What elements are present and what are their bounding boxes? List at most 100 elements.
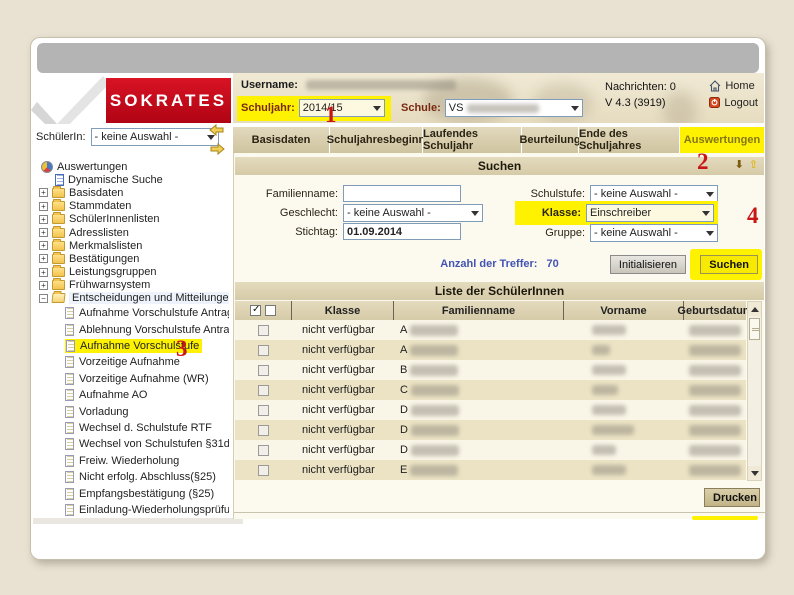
expand-plus-icon[interactable]: [39, 188, 48, 198]
collapse-minus-icon[interactable]: [39, 293, 48, 303]
expand-plus-icon[interactable]: [39, 267, 48, 277]
report-tree: Auswertungen Dynamische Suche Basisdaten…: [39, 160, 229, 518]
tree-item-dynamische-suche[interactable]: Dynamische Suche: [39, 173, 229, 186]
document-icon: [65, 323, 74, 336]
tree-item-nicht-erfolg-abschluss[interactable]: Nicht erfolg. Abschluss(§25): [39, 469, 229, 485]
scroll-up-button[interactable]: [748, 302, 761, 316]
tree-item-aufnahme-ao[interactable]: Aufnahme AO: [39, 387, 229, 403]
geburtsdatum-redacted: [689, 384, 741, 396]
username-label: Username:: [241, 79, 298, 91]
table-scrollbar[interactable]: [747, 301, 762, 481]
tree-item-wechsel-von-schulstufen[interactable]: Wechsel von Schulstufen §31d: [39, 436, 229, 452]
tree-item-ablehnung-vorschulstufe-antrag[interactable]: Ablehnung Vorschulstufe Antrag: [39, 321, 229, 337]
suchen-title: Suchen: [477, 159, 522, 173]
scrollbar-thumb[interactable]: [749, 318, 760, 340]
table-row[interactable]: nicht verfügbar A: [235, 340, 746, 360]
expand-right-arrow-icon[interactable]: [209, 142, 225, 156]
select-all-checkbox[interactable]: [250, 304, 261, 316]
table-row[interactable]: nicht verfügbar D: [235, 400, 746, 420]
tree-item-vorzeitige-aufnahme[interactable]: Vorzeitige Aufnahme: [39, 354, 229, 370]
tree-item-aufnahme-vorschulstufe-antrag[interactable]: Aufnahme Vorschulstufe Antrag: [39, 305, 229, 321]
scroll-down-button[interactable]: [748, 466, 761, 480]
stichtag-input[interactable]: 01.09.2014: [343, 223, 461, 240]
schule-select[interactable]: VS: [444, 99, 583, 117]
row-checkbox[interactable]: [258, 384, 269, 396]
suchen-button[interactable]: Suchen: [700, 255, 758, 274]
expand-plus-icon[interactable]: [39, 214, 48, 224]
stichtag-label: Stichtag:: [295, 225, 338, 238]
row-checkbox[interactable]: [258, 364, 269, 376]
window-titlebar[interactable]: [37, 43, 759, 73]
tree-folder-leistungsgruppen[interactable]: Leistungsgruppen: [39, 265, 229, 279]
username-value-redacted: [305, 80, 456, 90]
tree-folder-fruehwarnsystem[interactable]: Frühwarnsystem: [39, 278, 229, 292]
table-row[interactable]: nicht verfügbar A: [235, 320, 746, 340]
tree-folder-stammdaten[interactable]: Stammdaten: [39, 199, 229, 213]
gruppe-select[interactable]: - keine Auswahl -: [590, 224, 718, 242]
sidebar-scroll-strip[interactable]: [33, 518, 243, 524]
klasse-select[interactable]: Einschreiber: [586, 204, 714, 222]
collapse-left-arrow-icon[interactable]: [209, 124, 225, 137]
vorname-redacted: [592, 365, 626, 375]
tree-item-wechsel-schulstufe-rtf[interactable]: Wechsel d. Schulstufe RTF: [39, 420, 229, 436]
tab-basisdaten[interactable]: Basisdaten: [233, 127, 329, 153]
drucken-button[interactable]: Drucken: [704, 488, 760, 507]
geschlecht-label: Geschlecht:: [279, 207, 338, 219]
tree-folder-entscheidungen[interactable]: Entscheidungen und Mitteilungen: [39, 292, 229, 305]
document-icon: [65, 389, 74, 402]
treffer-label: Anzahl der Treffer:: [440, 258, 538, 270]
tab-schuljahresbeginn[interactable]: Schuljahresbeginn: [327, 127, 425, 153]
tab-auswertungen[interactable]: Auswertungen: [680, 127, 764, 153]
home-button[interactable]: Home: [709, 77, 758, 94]
expand-plus-icon[interactable]: [39, 228, 48, 238]
tree-root-auswertungen[interactable]: Auswertungen: [39, 160, 229, 173]
geburtsdatum-redacted: [689, 404, 741, 416]
row-checkbox[interactable]: [258, 324, 269, 336]
familienname-input[interactable]: [343, 185, 461, 202]
schuelerin-label: SchülerIn:: [36, 131, 86, 143]
search-form: Familienname: Geschlecht: - keine Auswah…: [235, 177, 764, 247]
schuljahr-select[interactable]: 2014/15: [298, 99, 385, 117]
expand-plus-icon[interactable]: [39, 241, 48, 251]
folder-icon: [52, 278, 65, 291]
document-icon: [65, 372, 74, 385]
tab-beurteilung[interactable]: Beurteilung: [519, 127, 581, 153]
open-folder-icon: [51, 293, 66, 304]
tree-folder-adresslisten[interactable]: Adresslisten: [39, 225, 229, 239]
tree-item-empfangsbestaetigung[interactable]: Empfangsbestätigung (§25): [39, 485, 229, 501]
table-row[interactable]: nicht verfügbar C: [235, 380, 746, 400]
row-checkbox[interactable]: [258, 444, 269, 456]
deselect-all-checkbox[interactable]: [265, 305, 276, 316]
tree-item-aufnahme-vorschulstufe[interactable]: Aufnahme Vorschulstufe: [39, 338, 229, 354]
geschlecht-select[interactable]: - keine Auswahl -: [343, 204, 483, 222]
collapse-section-icon[interactable]: ⬇: [735, 159, 744, 172]
expand-section-icon[interactable]: ⇧: [749, 159, 758, 172]
expand-plus-icon[interactable]: [39, 201, 48, 211]
geburtsdatum-redacted: [689, 444, 741, 456]
tree-item-vorzeitige-aufnahme-wr[interactable]: Vorzeitige Aufnahme (WR): [39, 371, 229, 387]
annotation-4: 4: [747, 203, 759, 228]
row-checkbox[interactable]: [258, 344, 269, 356]
table-row[interactable]: nicht verfügbar D: [235, 420, 746, 440]
expand-plus-icon[interactable]: [39, 280, 48, 290]
logout-button[interactable]: Logout: [709, 94, 758, 111]
schuelerin-select[interactable]: - keine Auswahl -: [90, 128, 219, 146]
row-checkbox[interactable]: [258, 424, 269, 436]
table-row[interactable]: nicht verfügbar B: [235, 360, 746, 380]
tree-item-einladung-wiederholungspruefung[interactable]: Einladung-Wiederholungsprüfung: [39, 502, 229, 518]
initialisieren-button[interactable]: Initialisieren: [609, 255, 686, 274]
tree-item-freiw-wiederholung[interactable]: Freiw. Wiederholung: [39, 453, 229, 469]
expand-plus-icon[interactable]: [39, 254, 48, 264]
tree-folder-basisdaten[interactable]: Basisdaten: [39, 185, 229, 199]
tree-folder-schuelerinnenlisten[interactable]: SchülerInnenlisten: [39, 212, 229, 226]
tree-folder-bestaetigungen[interactable]: Bestätigungen: [39, 251, 229, 265]
tab-ende-des-schuljahres[interactable]: Ende des Schuljahres: [579, 127, 679, 153]
row-checkbox[interactable]: [258, 464, 269, 476]
tree-folder-merkmalslisten[interactable]: Merkmalslisten: [39, 238, 229, 252]
tab-laufendes-schuljahr[interactable]: Laufendes Schuljahr: [423, 127, 521, 153]
familienname-redacted: [410, 324, 459, 336]
table-row[interactable]: nicht verfügbar D: [235, 440, 746, 460]
table-row[interactable]: nicht verfügbar E: [235, 460, 746, 480]
row-checkbox[interactable]: [258, 404, 269, 416]
tree-item-vorladung[interactable]: Vorladung: [39, 403, 229, 419]
